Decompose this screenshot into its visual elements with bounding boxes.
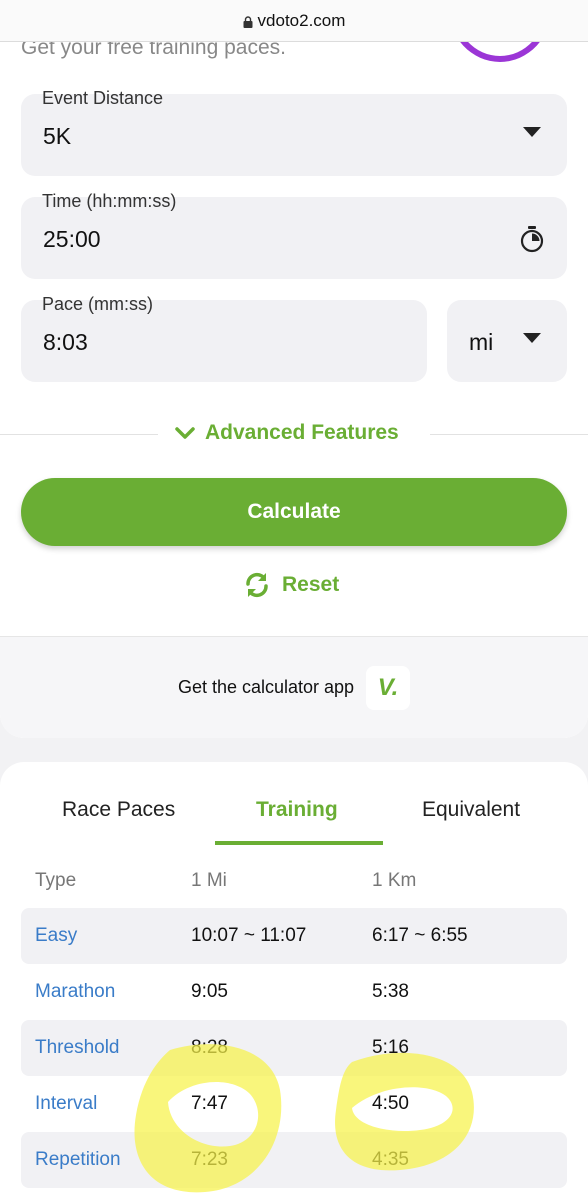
url-text: vdoto2.com (257, 10, 346, 30)
time-label: Time (hh:mm:ss) (42, 191, 177, 211)
pace-table: Easy 10:07 ~ 11:07 6:17 ~ 6:55 Marathon … (21, 908, 567, 1188)
row-km-value: 5:38 (372, 981, 409, 1002)
row-mi-value: 7:23 (191, 1149, 228, 1170)
divider-left (0, 434, 158, 435)
app-logo-text: V. (377, 673, 399, 701)
table-row: Repetition 7:23 4:35 (21, 1132, 567, 1188)
calculator-card: Get your free training paces. Event Dist… (0, 0, 588, 738)
pace-value: 8:03 (43, 329, 88, 355)
results-card: Race Paces Training Equivalent Type 1 Mi… (0, 762, 588, 1200)
row-mi-value: 7:47 (191, 1093, 228, 1114)
advanced-features-toggle[interactable]: Advanced Features (175, 421, 399, 445)
divider-right (430, 434, 588, 435)
active-tab-indicator (215, 841, 383, 845)
time-value: 25:00 (43, 226, 101, 252)
chevron-down-icon (175, 427, 195, 439)
pace-unit-value: mi (469, 329, 494, 355)
advanced-features-label: Advanced Features (205, 421, 399, 444)
time-input[interactable]: Time (hh:mm:ss) 25:00 (21, 191, 567, 279)
row-km-value: 4:50 (372, 1093, 409, 1114)
table-row: Marathon 9:05 5:38 (21, 964, 567, 1020)
row-mi-value: 8:28 (191, 1037, 228, 1058)
pace-label: Pace (mm:ss) (42, 294, 154, 314)
tab-equivalent[interactable]: Equivalent (422, 798, 520, 822)
row-km-value: 5:16 (372, 1037, 409, 1058)
row-type-link[interactable]: Repetition (35, 1149, 121, 1171)
pace-input[interactable]: Pace (mm:ss) 8:03 (21, 294, 427, 382)
header-1km: 1 Km (372, 870, 417, 891)
table-header: Type 1 Mi 1 Km (0, 870, 588, 900)
tab-race-paces[interactable]: Race Paces (62, 798, 175, 822)
lock-icon (243, 15, 253, 28)
row-type-link[interactable]: Easy (35, 925, 77, 947)
header-1mi: 1 Mi (191, 870, 227, 891)
chevron-down-icon (523, 333, 541, 343)
app-promo-banner[interactable]: Get the calculator app V. (0, 636, 588, 738)
row-km-value: 4:35 (372, 1149, 409, 1170)
refresh-icon (246, 572, 268, 598)
stopwatch-icon[interactable] (519, 225, 545, 253)
row-km-value: 6:17 ~ 6:55 (372, 925, 468, 946)
row-mi-value: 10:07 ~ 11:07 (191, 925, 307, 946)
pace-unit-select[interactable]: mi (447, 300, 567, 382)
row-mi-value: 9:05 (191, 981, 228, 1002)
browser-url-bar[interactable]: vdoto2.com (0, 0, 588, 42)
app-promo-text: Get the calculator app (177, 677, 355, 697)
table-row: Easy 10:07 ~ 11:07 6:17 ~ 6:55 (21, 908, 567, 964)
row-type-link[interactable]: Interval (35, 1093, 97, 1115)
reset-button[interactable]: Reset (244, 572, 339, 598)
event-distance-label: Event Distance (42, 88, 164, 108)
tab-training[interactable]: Training (256, 798, 338, 822)
header-type: Type (35, 870, 77, 891)
app-logo-icon[interactable]: V. (366, 665, 411, 710)
row-type-link[interactable]: Threshold (35, 1037, 120, 1059)
reset-label: Reset (282, 573, 340, 596)
event-distance-value: 5K (43, 123, 72, 149)
row-type-link[interactable]: Marathon (35, 981, 115, 1003)
calculate-button[interactable]: Calculate (21, 478, 567, 546)
table-row: Threshold 8:28 5:16 (21, 1020, 567, 1076)
chevron-down-icon (523, 127, 541, 137)
event-distance-select[interactable]: Event Distance 5K (21, 88, 567, 176)
table-row: Interval 7:47 4:50 (21, 1076, 567, 1132)
